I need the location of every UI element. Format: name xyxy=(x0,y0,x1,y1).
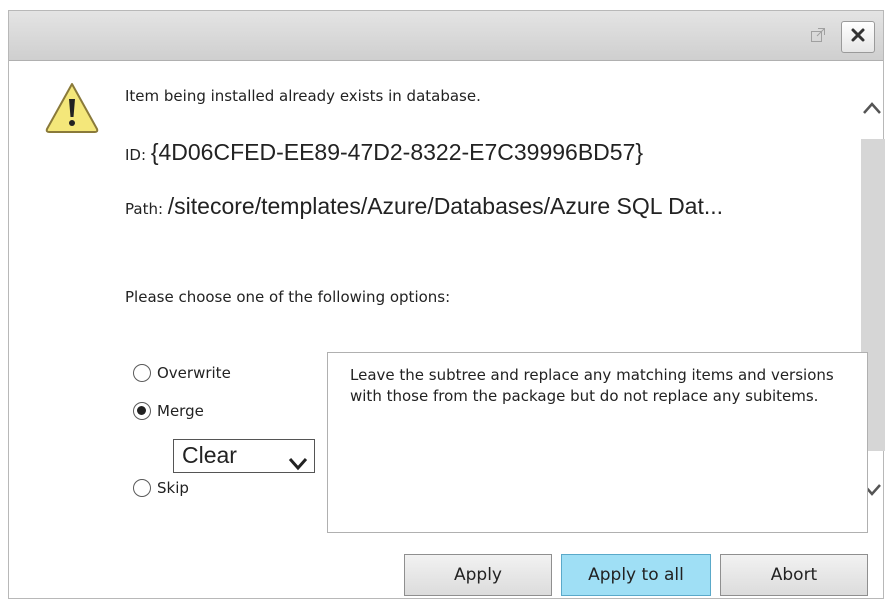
abort-button[interactable]: Abort xyxy=(720,554,868,596)
overwrite-label: Overwrite xyxy=(157,364,231,382)
skip-radio[interactable] xyxy=(133,479,151,497)
path-label: Path: xyxy=(125,200,164,218)
install-conflict-dialog: Item being installed already exists in d… xyxy=(8,10,885,599)
id-label: ID: xyxy=(125,146,147,164)
path-value: /sitecore/templates/Azure/Databases/Azur… xyxy=(167,193,724,219)
merge-label: Merge xyxy=(157,402,204,420)
apply-to-all-button[interactable]: Apply to all xyxy=(561,554,711,596)
options-prompt: Please choose one of the following optio… xyxy=(125,288,451,306)
dialog-titlebar xyxy=(9,11,883,61)
overwrite-radio[interactable] xyxy=(133,364,151,382)
conflict-message: Item being installed already exists in d… xyxy=(125,87,481,105)
option-overwrite[interactable]: Overwrite xyxy=(133,364,231,382)
item-id: ID: {4D06CFED-EE89-47D2-8322-E7C39996BD5… xyxy=(125,139,643,166)
option-merge[interactable]: Merge xyxy=(133,402,204,420)
popout-icon[interactable] xyxy=(809,27,827,45)
skip-label: Skip xyxy=(157,479,189,497)
warning-icon xyxy=(43,79,101,137)
merge-mode-value: Clear xyxy=(182,442,237,468)
option-description: Leave the subtree and replace any matchi… xyxy=(327,352,868,533)
chevron-up-icon[interactable] xyxy=(859,95,885,121)
close-button[interactable] xyxy=(841,21,875,53)
apply-button[interactable]: Apply xyxy=(404,554,552,596)
chevron-down-icon xyxy=(288,448,308,478)
merge-mode-select[interactable]: Clear xyxy=(173,439,315,473)
description-text: Leave the subtree and replace any matchi… xyxy=(350,366,834,405)
id-value: {4D06CFED-EE89-47D2-8322-E7C39996BD57} xyxy=(150,139,644,165)
option-skip[interactable]: Skip xyxy=(133,479,189,497)
item-path: Path: /sitecore/templates/Azure/Database… xyxy=(125,193,723,220)
close-icon xyxy=(850,27,866,48)
merge-radio[interactable] xyxy=(133,402,151,420)
